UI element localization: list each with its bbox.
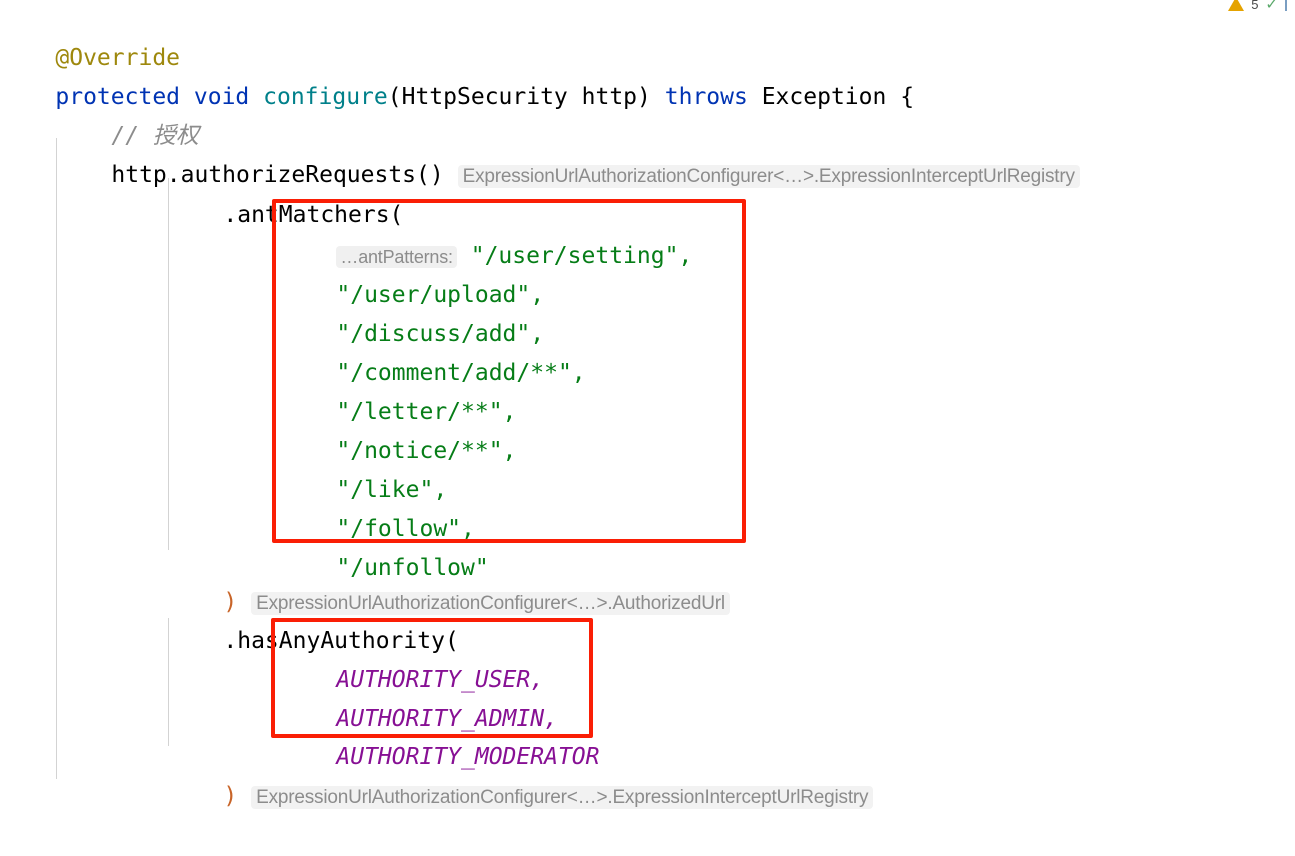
warning-count-label: 5 [1251,0,1259,12]
code-line-ant-matchers[interactable]: .antMatchers( [168,157,403,228]
code-line-pattern-1[interactable]: "/user/upload", [281,237,544,308]
code-line-pattern-0[interactable]: …antPatterns: "/user/setting", [281,198,692,269]
code-line-override[interactable]: @Override [0,0,180,71]
code-line-authorize-requests[interactable]: http.authorizeRequests() ExpressionUrlAu… [56,117,1080,188]
code-line-pattern-6[interactable]: "/like", [281,432,447,503]
paren-close: ) [637,84,651,110]
code-line-pattern-4[interactable]: "/letter/**", [281,354,516,425]
code-line-authority-2[interactable]: AUTHORITY_MODERATOR [281,699,599,770]
inlay-type-hint-registry-2: ExpressionUrlAuthorizationConfigurer<…>.… [251,786,874,809]
code-line-authority-1[interactable]: AUTHORITY_ADMIN, [281,661,558,732]
exception-type: Exception [761,84,887,110]
code-line-pattern-3[interactable]: "/comment/add/**", [281,315,585,386]
inspection-widget[interactable]: 5 ✓ [1228,0,1287,14]
paren-close-has-any-authority: ) [223,783,238,809]
code-line-close-has-any-authority[interactable]: ) ExpressionUrlAuthorizationConfigurer<…… [168,738,874,809]
code-line-authority-0[interactable]: AUTHORITY_USER, [281,622,544,693]
code-line-pattern-5[interactable]: "/notice/**", [281,393,516,464]
green-check-icon[interactable]: ✓ [1265,0,1278,12]
code-line-pattern-7[interactable]: "/follow", [281,471,474,542]
warning-triangle-icon[interactable] [1228,0,1245,11]
inlay-type-hint-registry-1: ExpressionUrlAuthorizationConfigurer<…>.… [457,165,1080,188]
param-name-http: http [581,84,638,110]
code-line-has-any-authority[interactable]: .hasAnyAuthority( [168,583,458,654]
code-line-close-ant-matchers[interactable]: ) ExpressionUrlAuthorizationConfigurer<…… [168,544,730,615]
code-editor-canvas[interactable]: 5 ✓ @Override protected void configure(H… [0,0,1295,809]
method-name-configure: configure [263,84,388,110]
param-type-httpsecurity: HttpSecurity [401,84,568,110]
keyword-throws: throws [664,84,748,110]
keyword-void: void [193,84,250,110]
widget-divider [1285,0,1287,11]
code-line-comment[interactable]: // 授权 [56,78,199,149]
code-line-method-signature[interactable]: protected void configure(HttpSecurity ht… [0,39,914,110]
code-line-pattern-2[interactable]: "/discuss/add", [281,276,544,347]
brace-open: { [900,84,915,110]
paren-open: ( [387,84,402,110]
